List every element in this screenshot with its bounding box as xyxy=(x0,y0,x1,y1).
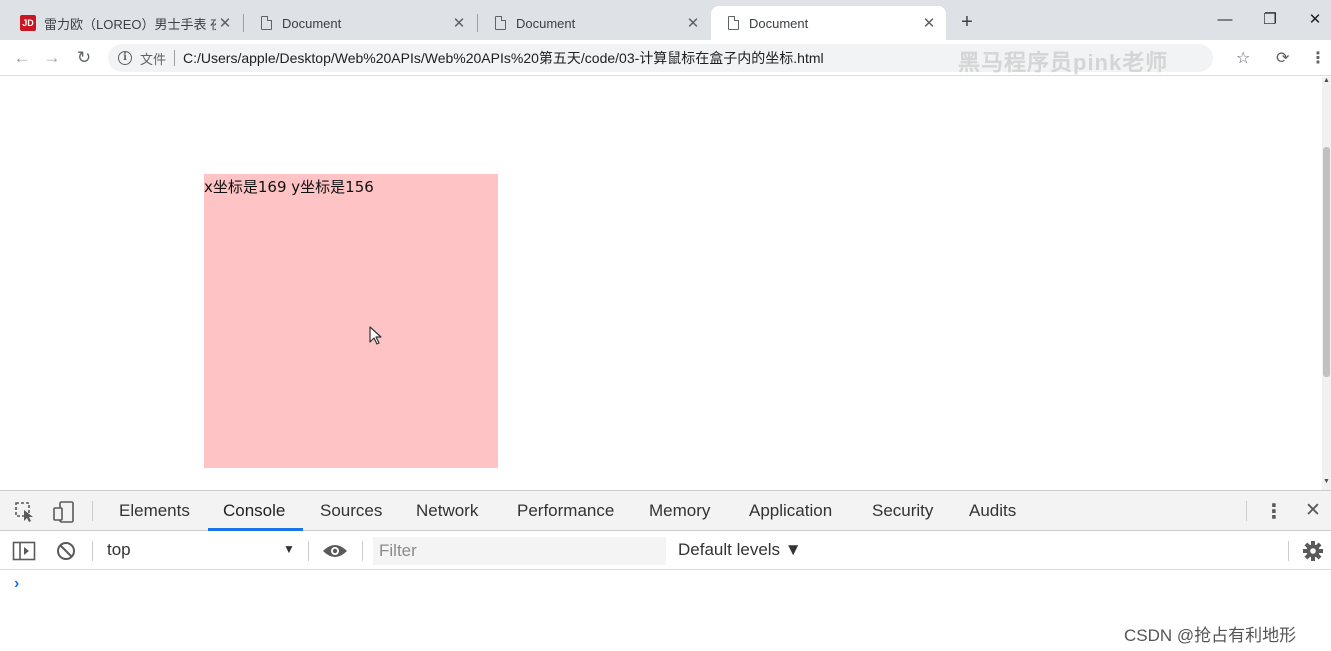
page-scrollbar[interactable]: ▲ ▼ xyxy=(1322,77,1331,490)
console-toolbar: top ▼ Default levels ▼ xyxy=(0,532,1331,570)
toolbar-divider xyxy=(92,541,93,561)
active-tab-indicator xyxy=(208,528,303,531)
jd-favicon-icon: JD xyxy=(20,15,36,31)
url-separator xyxy=(174,50,176,66)
tab-audits[interactable]: Audits xyxy=(969,491,1016,531)
toolbar-divider xyxy=(1288,541,1289,561)
back-button[interactable]: ← xyxy=(10,46,34,70)
tab-performance[interactable]: Performance xyxy=(517,491,614,531)
toolbar-divider xyxy=(308,541,309,561)
device-toolbar-icon[interactable] xyxy=(52,500,76,524)
tab-document-1[interactable]: Document ✕ xyxy=(244,6,476,40)
restore-button[interactable]: ❐ xyxy=(1255,8,1285,32)
tab-close-icon[interactable]: ✕ xyxy=(450,14,468,32)
browser-window: JD 雷力欧（LOREO）男士手表 夜光 ✕ Document ✕ Docume… xyxy=(0,0,1331,651)
url-text[interactable]: C:/Users/apple/Desktop/Web%20APIs/Web%20… xyxy=(183,48,824,68)
tab-close-icon[interactable]: ✕ xyxy=(684,14,702,32)
mouse-cursor-icon xyxy=(369,326,382,345)
minimize-button[interactable]: — xyxy=(1210,8,1240,32)
tab-sources[interactable]: Sources xyxy=(320,491,382,531)
console-prompt-icon[interactable]: › xyxy=(14,575,19,593)
tab-document-active[interactable]: Document ✕ xyxy=(711,6,946,40)
tab-document-2[interactable]: Document ✕ xyxy=(478,6,710,40)
console-settings-gear-icon[interactable] xyxy=(1302,540,1324,562)
page-icon xyxy=(258,15,274,31)
scroll-up-icon[interactable]: ▲ xyxy=(1322,77,1331,84)
reload-button[interactable]: ↻ xyxy=(72,46,96,70)
page-viewport: x坐标是169 y坐标是156 xyxy=(0,77,1322,490)
tab-application[interactable]: Application xyxy=(749,491,832,531)
tab-title: Document xyxy=(282,15,342,31)
sync-icon[interactable]: ⟳ xyxy=(1276,48,1289,68)
video-watermark: 黑马程序员pink老师 xyxy=(958,50,1169,75)
tab-elements[interactable]: Elements xyxy=(119,491,190,531)
scrollbar-thumb[interactable] xyxy=(1323,147,1330,377)
tab-title: 雷力欧（LOREO）男士手表 夜光 xyxy=(44,16,216,32)
tab-jd-product[interactable]: JD 雷力欧（LOREO）男士手表 夜光 ✕ xyxy=(6,6,242,40)
forward-button[interactable]: → xyxy=(40,46,64,70)
inspect-element-icon[interactable] xyxy=(14,501,36,523)
clear-console-icon[interactable] xyxy=(56,541,76,561)
csdn-watermark: CSDN @抢占有利地形 xyxy=(1124,626,1297,645)
tab-title: Document xyxy=(516,15,576,31)
live-expression-eye-icon[interactable] xyxy=(322,543,348,559)
tab-security[interactable]: Security xyxy=(872,491,933,531)
show-sidebar-icon[interactable] xyxy=(12,541,36,561)
log-levels-dropdown[interactable]: Default levels ▼ xyxy=(678,540,802,560)
devtools-panel: Elements Console Sources Network Perform… xyxy=(0,490,1331,651)
bookmark-star-icon[interactable]: ☆ xyxy=(1236,48,1250,68)
coordinate-box[interactable]: x坐标是169 y坐标是156 xyxy=(204,174,498,468)
info-icon[interactable]: i xyxy=(118,51,132,65)
tab-close-icon[interactable]: ✕ xyxy=(920,14,938,32)
tab-strip: JD 雷力欧（LOREO）男士手表 夜光 ✕ Document ✕ Docume… xyxy=(0,0,1331,40)
toolbar-divider xyxy=(1246,501,1247,521)
close-devtools-icon[interactable]: ✕ xyxy=(1305,499,1321,522)
coordinate-readout: x坐标是169 y坐标是156 xyxy=(204,178,374,196)
toolbar-divider xyxy=(362,541,363,561)
page-icon xyxy=(725,15,741,31)
chevron-down-icon[interactable]: ▼ xyxy=(283,542,295,556)
tab-memory[interactable]: Memory xyxy=(649,491,710,531)
browser-menu-icon[interactable]: ⋮ xyxy=(1310,48,1326,68)
console-filter-input[interactable] xyxy=(373,537,666,565)
tab-console[interactable]: Console xyxy=(223,491,285,531)
execution-context-select[interactable]: top xyxy=(107,540,131,560)
url-scheme-label: 文件 xyxy=(140,51,167,67)
new-tab-button[interactable]: + xyxy=(955,10,979,34)
scroll-down-icon[interactable]: ▼ xyxy=(1322,478,1331,485)
devtools-menu-icon[interactable]: ⋮ xyxy=(1264,499,1284,524)
page-icon xyxy=(492,15,508,31)
devtools-tab-bar: Elements Console Sources Network Perform… xyxy=(0,491,1331,531)
toolbar-divider xyxy=(92,501,93,521)
tab-title: Document xyxy=(749,15,809,31)
close-window-button[interactable]: ✕ xyxy=(1300,8,1330,32)
tab-close-icon[interactable]: ✕ xyxy=(216,14,234,32)
tab-network[interactable]: Network xyxy=(416,491,478,531)
